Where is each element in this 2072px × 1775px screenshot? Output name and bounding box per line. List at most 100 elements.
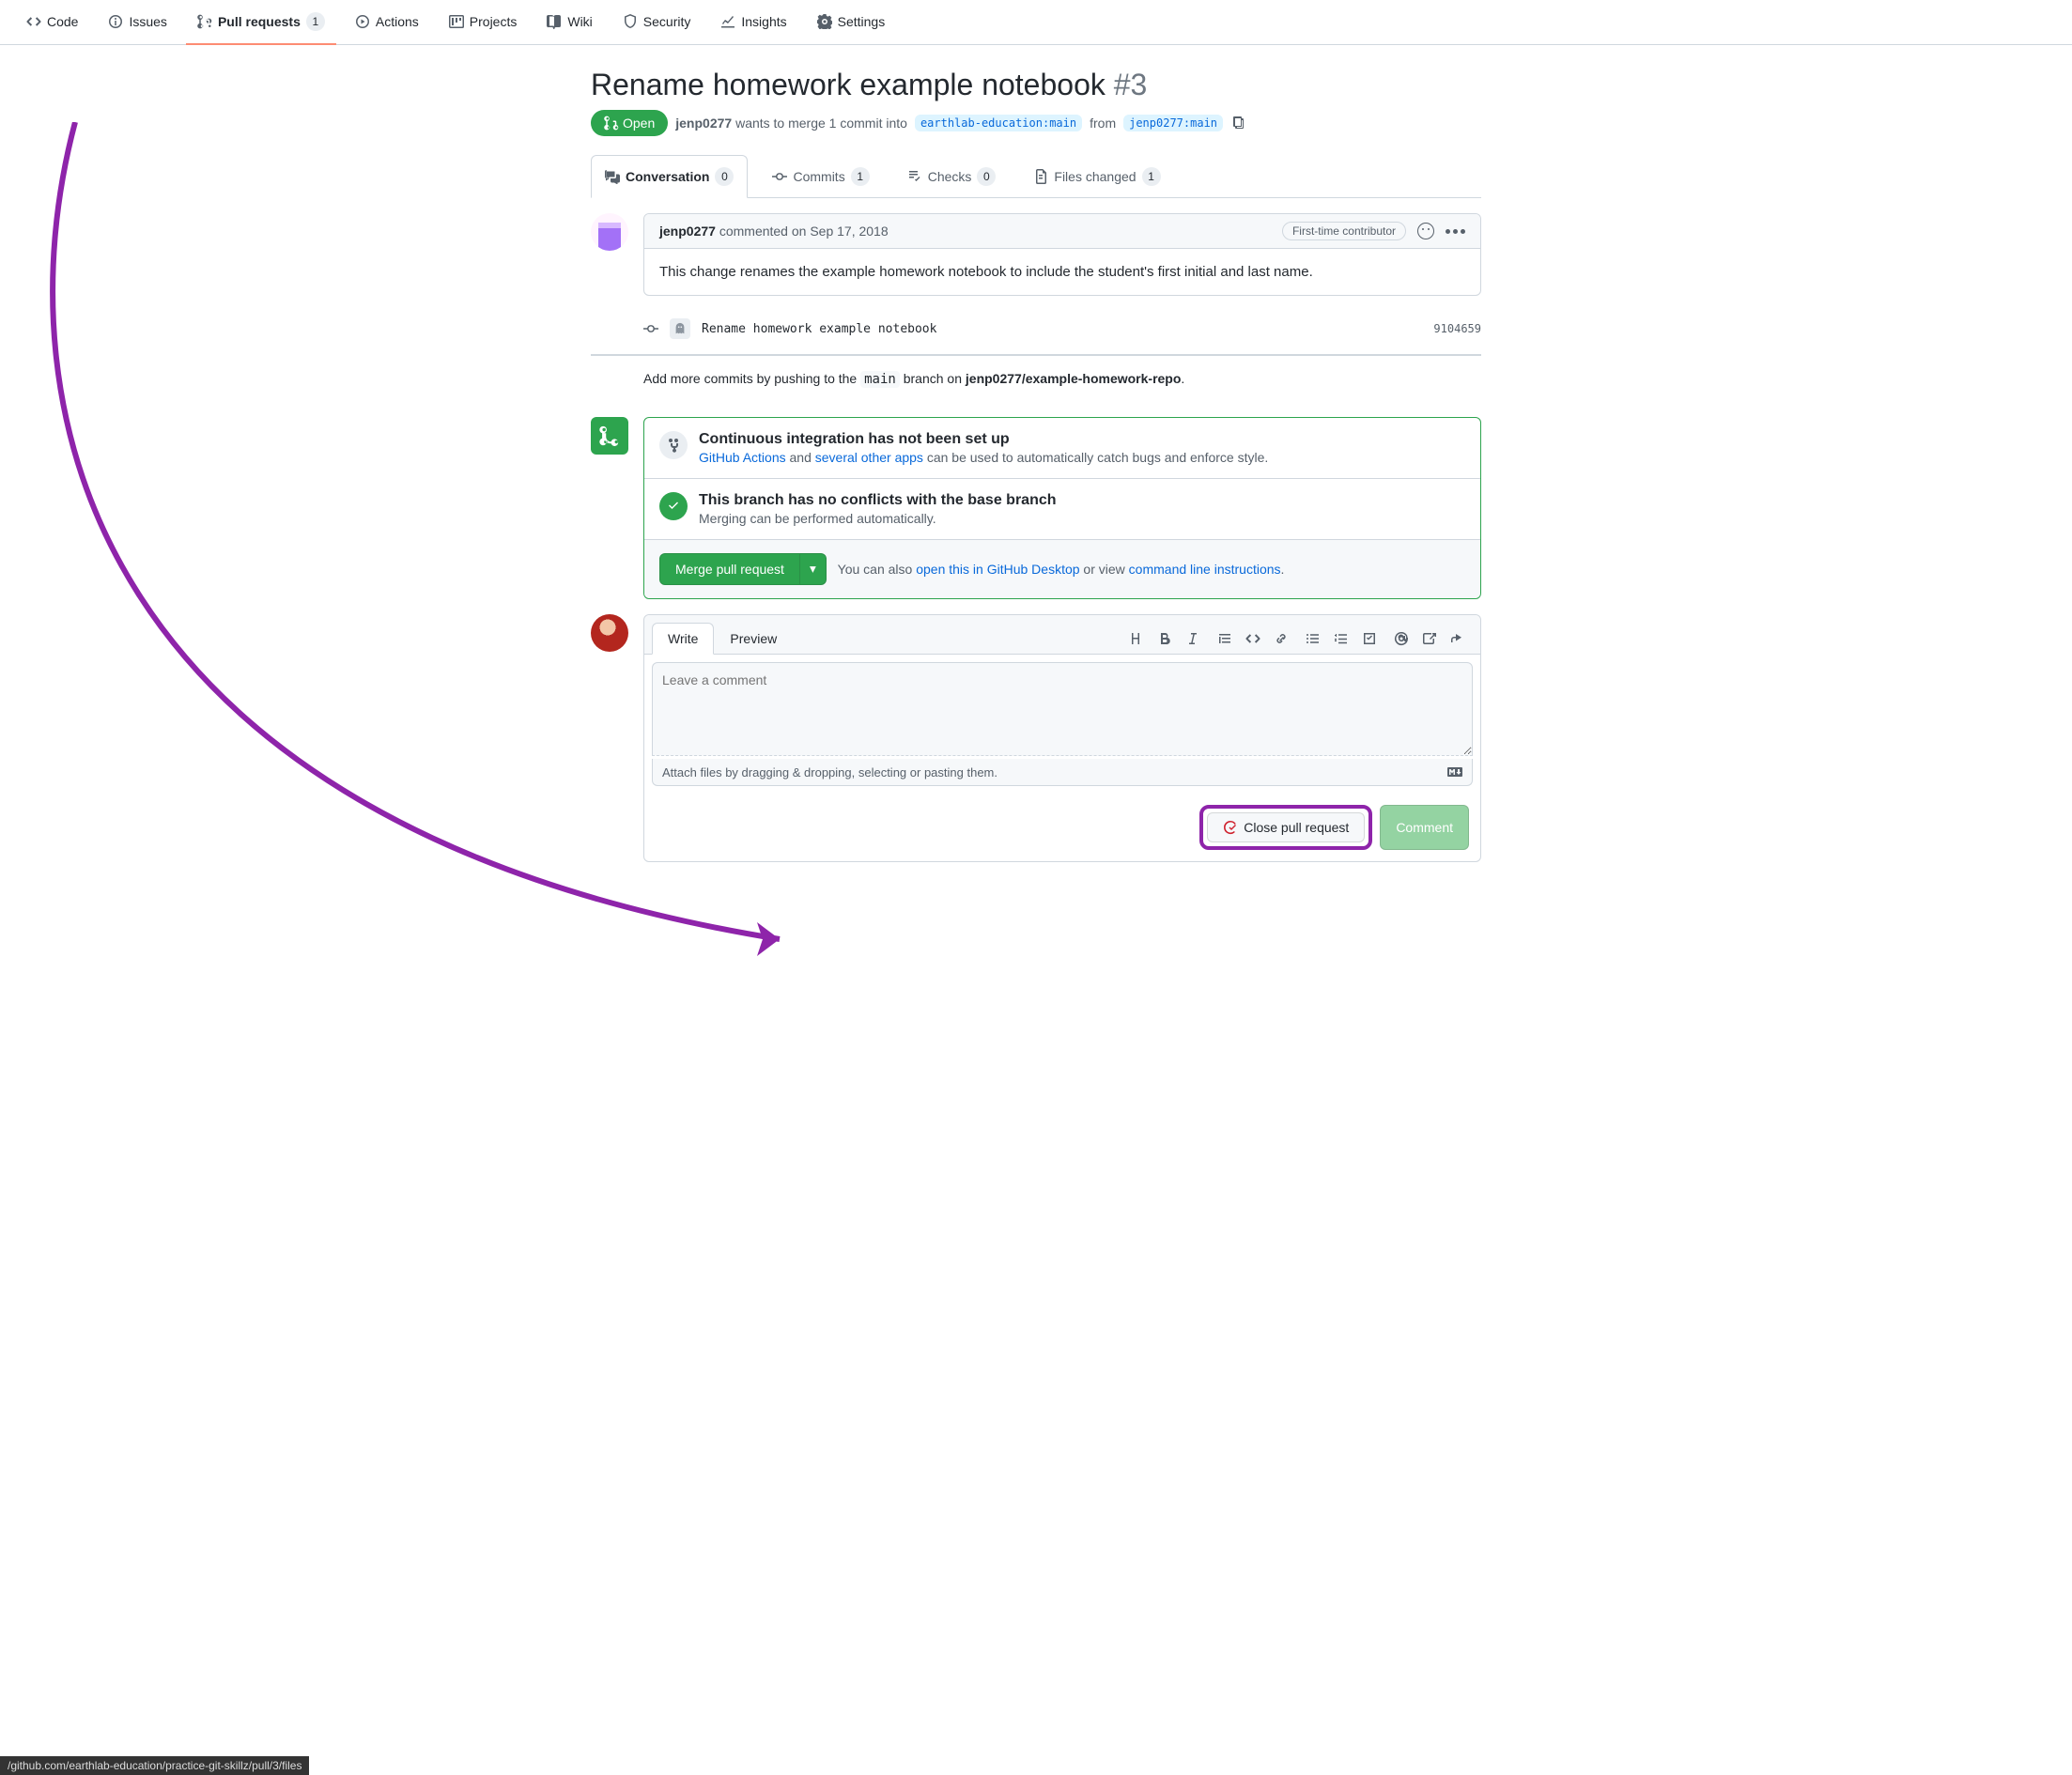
tab-write[interactable]: Write xyxy=(652,623,714,655)
ghost-avatar-icon xyxy=(670,318,690,339)
tab-settings[interactable]: Settings xyxy=(806,0,897,45)
ptab-files-label: Files changed xyxy=(1054,169,1136,184)
code-icon[interactable] xyxy=(1245,631,1260,646)
comment-textarea[interactable] xyxy=(652,662,1473,756)
tab-issues[interactable]: Issues xyxy=(97,0,178,45)
graph-icon xyxy=(720,14,735,29)
repo-nav: Code Issues Pull requests 1 Actions Proj… xyxy=(0,0,2072,45)
ptab-files[interactable]: Files changed 1 xyxy=(1020,156,1173,197)
conversation-count: 0 xyxy=(715,167,734,186)
code-icon xyxy=(26,14,41,29)
issue-closed-icon xyxy=(1223,820,1238,835)
contributor-badge: First-time contributor xyxy=(1282,222,1406,240)
commit-message[interactable]: Rename homework example notebook xyxy=(702,322,936,336)
close-pr-label: Close pull request xyxy=(1244,820,1349,835)
tab-settings-label: Settings xyxy=(838,14,886,29)
tab-preview[interactable]: Preview xyxy=(714,623,793,655)
merge-button[interactable]: Merge pull request xyxy=(659,553,800,585)
tasklist-icon[interactable] xyxy=(1362,631,1377,646)
pr-state-badge: Open xyxy=(591,110,668,136)
base-branch[interactable]: earthlab-education:main xyxy=(915,115,1082,131)
push-hint-mid: branch on xyxy=(904,371,966,386)
reply-icon[interactable] xyxy=(1450,631,1465,646)
comment-author[interactable]: jenp0277 xyxy=(659,224,716,239)
current-user-avatar[interactable] xyxy=(591,614,628,652)
bold-icon[interactable] xyxy=(1157,631,1172,646)
tab-wiki[interactable]: Wiki xyxy=(535,0,603,45)
ptab-checks[interactable]: Checks 0 xyxy=(894,156,1010,197)
italic-icon[interactable] xyxy=(1185,631,1200,646)
shield-icon xyxy=(623,14,638,29)
close-pr-button[interactable]: Close pull request xyxy=(1207,812,1365,842)
link-icon[interactable] xyxy=(1274,631,1289,646)
files-count: 1 xyxy=(1142,167,1161,186)
ptab-checks-label: Checks xyxy=(928,169,972,184)
pull-request-icon xyxy=(197,14,212,29)
markdown-toolbar xyxy=(1121,631,1473,646)
file-diff-icon xyxy=(1033,169,1048,184)
issue-icon xyxy=(108,14,123,29)
other-apps-link[interactable]: several other apps xyxy=(815,450,923,465)
pr-tabs: Conversation 0 Commits 1 Checks 0 Files … xyxy=(591,155,1481,198)
push-hint-repo: jenp0277/example-homework-repo xyxy=(966,371,1182,386)
cli-instructions-link[interactable]: command line instructions xyxy=(1129,562,1281,577)
checklist-icon xyxy=(907,169,922,184)
tab-security-label: Security xyxy=(643,14,691,29)
avatar[interactable] xyxy=(591,213,628,251)
ptab-conversation[interactable]: Conversation 0 xyxy=(591,155,748,198)
comment-button[interactable]: Comment xyxy=(1380,805,1469,850)
pr-author[interactable]: jenp0277 xyxy=(675,116,732,131)
conflict-sub: Merging can be performed automatically. xyxy=(699,511,1057,526)
tab-pr-count: 1 xyxy=(306,12,325,31)
mention-icon[interactable] xyxy=(1394,631,1409,646)
project-icon xyxy=(449,14,464,29)
commits-count: 1 xyxy=(851,167,870,186)
markdown-icon[interactable] xyxy=(1447,764,1462,779)
comment-time[interactable]: on Sep 17, 2018 xyxy=(792,224,889,239)
commit-sha[interactable]: 9104659 xyxy=(1433,322,1481,335)
comment-discussion-icon xyxy=(605,169,620,184)
merge-badge-icon xyxy=(591,417,628,455)
kebab-icon[interactable] xyxy=(1446,229,1465,234)
comment-action: commented xyxy=(719,224,788,239)
merge-button-dropdown[interactable]: ▾ xyxy=(800,553,827,585)
add-reaction-icon[interactable] xyxy=(1417,223,1434,239)
tab-actions[interactable]: Actions xyxy=(344,0,430,45)
pr-description-comment: jenp0277 commented on Sep 17, 2018 First… xyxy=(591,213,1481,296)
pr-meta: Open jenp0277 wants to merge 1 commit in… xyxy=(591,110,1481,136)
tab-pr-label: Pull requests xyxy=(218,14,301,29)
merge-panel: Continuous integration has not been set … xyxy=(643,417,1481,599)
quote-icon[interactable] xyxy=(1217,631,1232,646)
ptab-commits[interactable]: Commits 1 xyxy=(759,156,882,197)
pull-request-icon xyxy=(604,116,619,131)
tab-pull-requests[interactable]: Pull requests 1 xyxy=(186,0,336,45)
comment-body: This change renames the example homework… xyxy=(644,249,1480,295)
list-unordered-icon[interactable] xyxy=(1306,631,1321,646)
tab-security[interactable]: Security xyxy=(611,0,703,45)
push-hint-branch: main xyxy=(860,371,900,388)
list-ordered-icon[interactable] xyxy=(1334,631,1349,646)
book-icon xyxy=(547,14,562,29)
tab-projects[interactable]: Projects xyxy=(438,0,529,45)
github-desktop-link[interactable]: open this in GitHub Desktop xyxy=(916,562,1079,577)
tab-insights-label: Insights xyxy=(741,14,786,29)
tab-code[interactable]: Code xyxy=(15,0,89,45)
tab-issues-label: Issues xyxy=(129,14,166,29)
attach-hint-text[interactable]: Attach files by dragging & dropping, sel… xyxy=(662,765,997,779)
cross-reference-icon[interactable] xyxy=(1422,631,1437,646)
commit-event: Rename homework example notebook 9104659 xyxy=(591,311,1481,347)
check-icon xyxy=(659,492,688,520)
commit-icon xyxy=(643,321,658,336)
github-actions-link[interactable]: GitHub Actions xyxy=(699,450,786,465)
heading-icon[interactable] xyxy=(1129,631,1144,646)
ci-title: Continuous integration has not been set … xyxy=(699,431,1268,448)
push-hint-prefix: Add more commits by pushing to the xyxy=(643,371,860,386)
head-branch[interactable]: jenp0277:main xyxy=(1123,115,1223,131)
pr-number: #3 xyxy=(1114,68,1148,101)
checks-count: 0 xyxy=(977,167,996,186)
copy-icon[interactable] xyxy=(1230,115,1245,132)
pr-state-text: Open xyxy=(623,116,655,131)
comment-form: Write Preview xyxy=(643,614,1481,862)
tab-insights[interactable]: Insights xyxy=(709,0,797,45)
pr-merge-text: wants to merge 1 commit into xyxy=(735,116,907,131)
